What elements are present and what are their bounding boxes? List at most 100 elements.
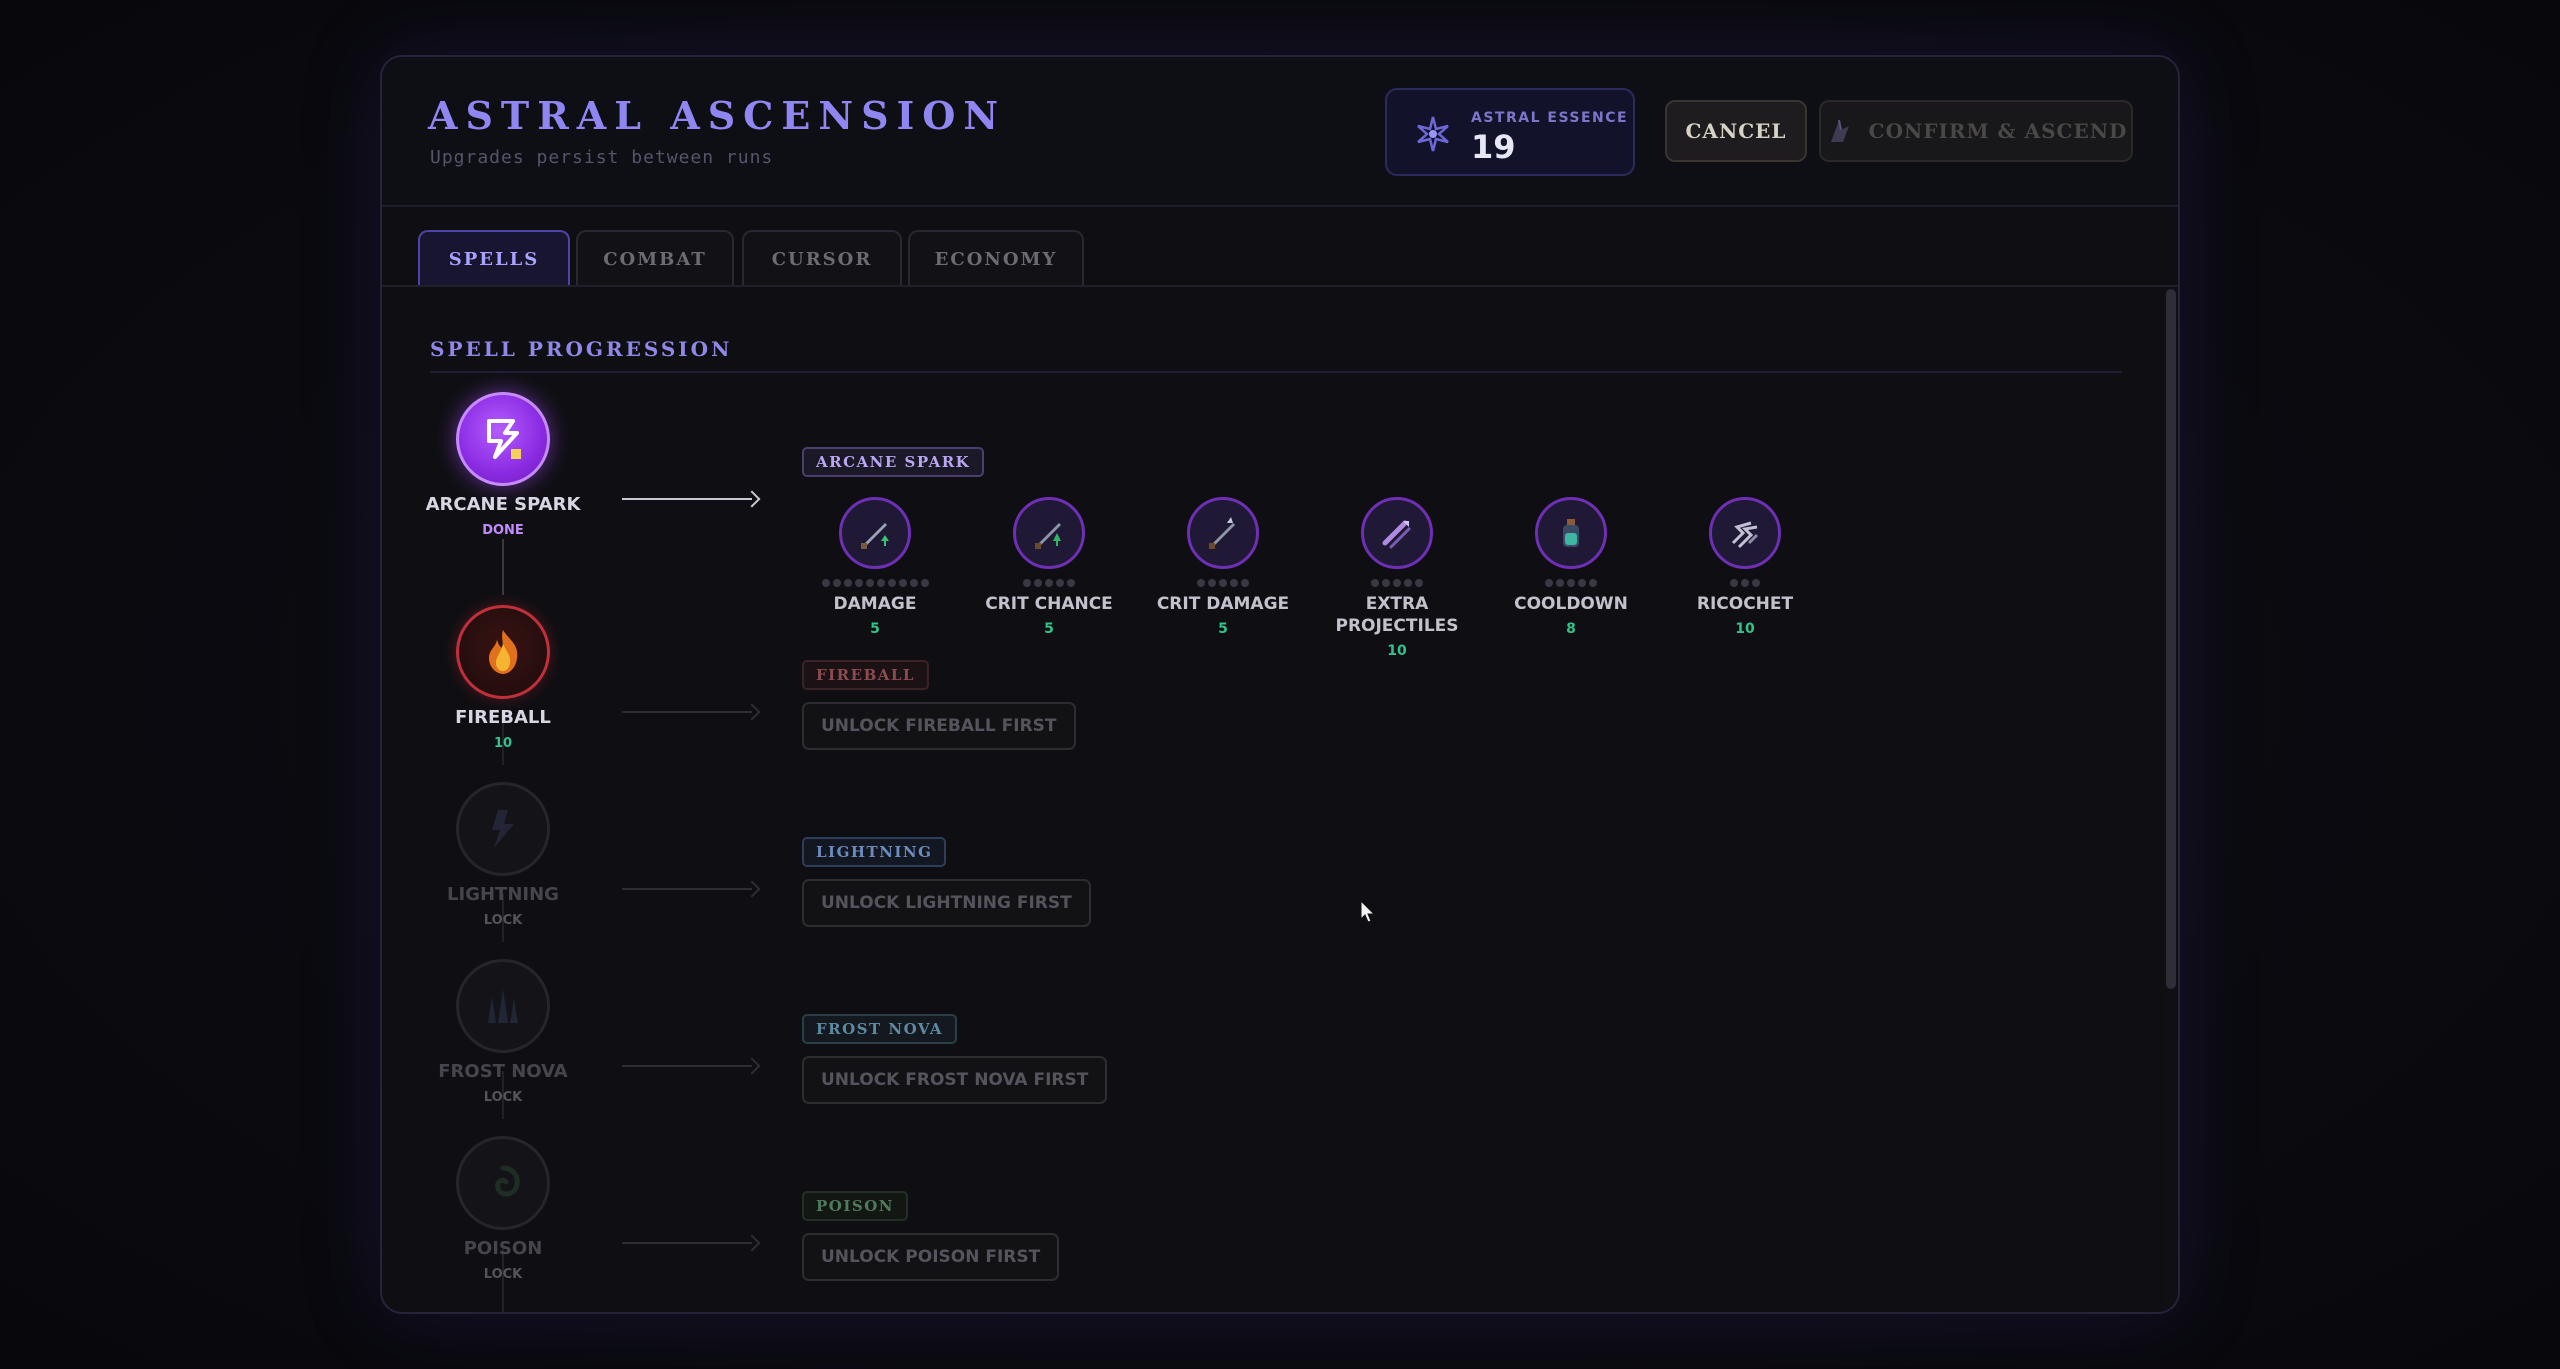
ricochet-icon (1709, 497, 1781, 569)
upgrade-name: CRIT CHANCE (985, 594, 1113, 614)
level-dot (920, 579, 929, 587)
tab-economy[interactable]: ECONOMY (908, 230, 1084, 287)
upgrade-extra-projectiles[interactable]: EXTRA PROJECTILES 10 (1317, 497, 1477, 667)
spell-status: LOCK (483, 1267, 523, 1282)
confirm-ascend-label: CONFIRM & ASCEND (1868, 119, 2128, 143)
poison-icon (456, 1136, 550, 1230)
potion-icon (1535, 497, 1607, 569)
level-dot (1567, 579, 1575, 587)
upgrade-cost: 5 (1044, 621, 1054, 637)
branch-tag-poison: POISON (802, 1191, 908, 1221)
level-dot (898, 579, 907, 587)
crit-chance-icon (1013, 497, 1085, 569)
upgrade-cost: 10 (1735, 621, 1755, 637)
spell-node-lightning[interactable]: LIGHTNING LOCK (413, 782, 593, 932)
confirm-ascend-button[interactable]: CONFIRM & ASCEND (1819, 100, 2133, 162)
level-dots (1317, 579, 1477, 587)
scrollbar-thumb[interactable] (2166, 289, 2176, 989)
upgrade-crit-damage[interactable]: CRIT DAMAGE 5 (1143, 497, 1303, 647)
spell-name: FIREBALL (455, 707, 551, 728)
essence-value: 19 (1471, 128, 1516, 166)
branch-tag-frost-nova: FROST NOVA (802, 1014, 958, 1044)
lightning-icon (456, 782, 550, 876)
upgrade-damage[interactable]: DAMAGE 5 (795, 497, 955, 647)
upgrade-name: RICOCHET (1696, 594, 1794, 614)
locked-branch-poison: UNLOCK POISON FIRST (802, 1233, 1060, 1281)
tab-cursor[interactable]: CURSOR (742, 230, 902, 287)
level-dot (1056, 579, 1064, 587)
branch-arrow (622, 490, 761, 508)
section-divider (430, 371, 2122, 373)
spell-name: POISON (463, 1238, 543, 1259)
level-dot (821, 579, 830, 587)
branch-arrow (622, 703, 761, 721)
level-dot (1741, 579, 1749, 587)
level-dot (865, 579, 874, 587)
spell-node-arcane-spark[interactable]: ARCANE SPARK DONE (413, 392, 593, 542)
astral-essence-counter: ASTRAL ESSENCE 19 (1385, 88, 1635, 176)
cancel-button[interactable]: CANCEL (1665, 100, 1807, 162)
branch-tag-fireball: FIREBALL (802, 660, 929, 690)
upgrade-cost: 10 (1387, 643, 1407, 659)
essence-label: ASTRAL ESSENCE (1471, 110, 1629, 126)
level-dot (1589, 579, 1597, 587)
upgrade-cost: 8 (1566, 621, 1576, 637)
level-dot (1045, 579, 1053, 587)
arcane-spark-icon (456, 392, 550, 486)
level-dot (1730, 579, 1738, 587)
astral-essence-icon (1417, 116, 1449, 152)
spell-connector (502, 539, 504, 595)
level-dot (1556, 579, 1564, 587)
level-dot (1034, 579, 1042, 587)
level-dot (1371, 579, 1379, 587)
level-dot (1241, 579, 1249, 587)
branch-arrow (622, 880, 761, 898)
spell-status: 10 (493, 736, 513, 751)
section-title: SPELL PROGRESSION (430, 337, 733, 361)
level-dot (909, 579, 918, 587)
branch-tag-lightning: LIGHTNING (802, 837, 947, 867)
spell-node-frost-nova[interactable]: FROST NOVA LOCK (413, 959, 593, 1109)
upgrade-name: EXTRA PROJECTILES (1335, 594, 1459, 636)
upgrade-cost: 5 (870, 621, 880, 637)
upgrade-name: COOLDOWN (1514, 594, 1628, 614)
level-dots (1491, 579, 1651, 587)
level-dot (1752, 579, 1760, 587)
spell-node-fireball[interactable]: FIREBALL 10 (413, 605, 593, 755)
spell-name: FROST NOVA (438, 1061, 568, 1082)
level-dot (1578, 579, 1586, 587)
level-dots (795, 579, 955, 587)
spell-node-poison[interactable]: POISON LOCK (413, 1136, 593, 1286)
level-dot (854, 579, 863, 587)
tab-spells[interactable]: SPELLS (418, 230, 570, 287)
upgrade-ricochet[interactable]: RICOCHET 10 (1665, 497, 1825, 647)
level-dots (1143, 579, 1303, 587)
upgrade-crit-chance[interactable]: CRIT CHANCE 5 (969, 497, 1129, 647)
level-dot (876, 579, 885, 587)
spell-name: ARCANE SPARK (425, 494, 581, 515)
level-dot (1023, 579, 1031, 587)
level-dot (1230, 579, 1238, 587)
level-dot (832, 579, 841, 587)
crit-damage-icon (1187, 497, 1259, 569)
locked-branch-fireball: UNLOCK FIREBALL FIRST (802, 702, 1076, 750)
level-dot (1067, 579, 1075, 587)
spell-status: DONE (482, 523, 524, 538)
level-dot (1393, 579, 1401, 587)
level-dot (887, 579, 896, 587)
level-dot (1219, 579, 1227, 587)
upgrade-cooldown[interactable]: COOLDOWN 8 (1491, 497, 1651, 647)
branch-tag-arcane-spark: ARCANE SPARK (802, 447, 985, 477)
level-dots (1665, 579, 1825, 587)
branch-arrow (622, 1057, 761, 1075)
tab-combat[interactable]: COMBAT (576, 230, 734, 287)
level-dot (1208, 579, 1216, 587)
branch-arrow (622, 1234, 761, 1252)
spell-status: LOCK (483, 913, 523, 928)
level-dot (1382, 579, 1390, 587)
ascend-icon (1830, 119, 1849, 142)
modal-header: ASTRAL ASCENSION Upgrades persist betwee… (382, 57, 2178, 207)
spell-status: LOCK (483, 1090, 523, 1105)
upgrade-cost: 5 (1218, 621, 1228, 637)
upgrade-name: CRIT DAMAGE (1156, 594, 1290, 614)
